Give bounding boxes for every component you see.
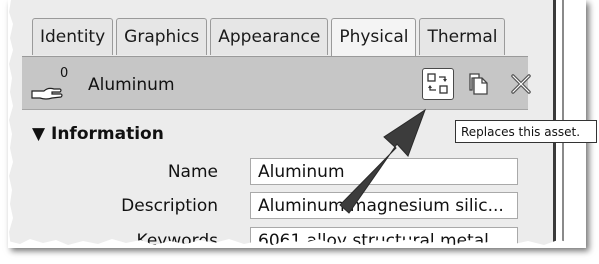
duplicate-icon bbox=[469, 73, 488, 95]
name-field[interactable]: Aluminum bbox=[250, 158, 518, 185]
tooltip: Replaces this asset. bbox=[455, 120, 597, 143]
tab-thermal[interactable]: Thermal bbox=[419, 18, 506, 55]
description-field[interactable]: Aluminum magnesium silic... bbox=[250, 192, 518, 219]
delete-asset-button[interactable] bbox=[508, 71, 534, 97]
replace-asset-button[interactable] bbox=[422, 68, 454, 100]
asset-usage-count: 0 bbox=[60, 66, 69, 81]
torn-edge-bottom bbox=[8, 239, 586, 248]
section-title: Information bbox=[51, 124, 164, 144]
tab-graphics[interactable]: Graphics bbox=[116, 18, 208, 55]
delete-icon bbox=[511, 74, 531, 94]
tab-appearance[interactable]: Appearance bbox=[210, 18, 329, 55]
tab-identity[interactable]: Identity bbox=[32, 18, 114, 55]
collapse-triangle-icon: ▼ bbox=[32, 124, 46, 144]
description-label: Description bbox=[121, 196, 218, 216]
asset-header: 0 Aluminum bbox=[22, 57, 531, 110]
asset-name: Aluminum bbox=[88, 75, 175, 95]
tab-bar: Identity Graphics Appearance Physical Th… bbox=[32, 18, 508, 56]
torn-edge-left bbox=[8, 0, 13, 248]
name-label: Name bbox=[167, 162, 218, 182]
replace-asset-icon bbox=[427, 73, 448, 94]
information-section-header[interactable]: ▼ Information bbox=[32, 124, 164, 144]
tab-physical[interactable]: Physical bbox=[331, 18, 417, 56]
duplicate-asset-button[interactable] bbox=[466, 71, 492, 97]
